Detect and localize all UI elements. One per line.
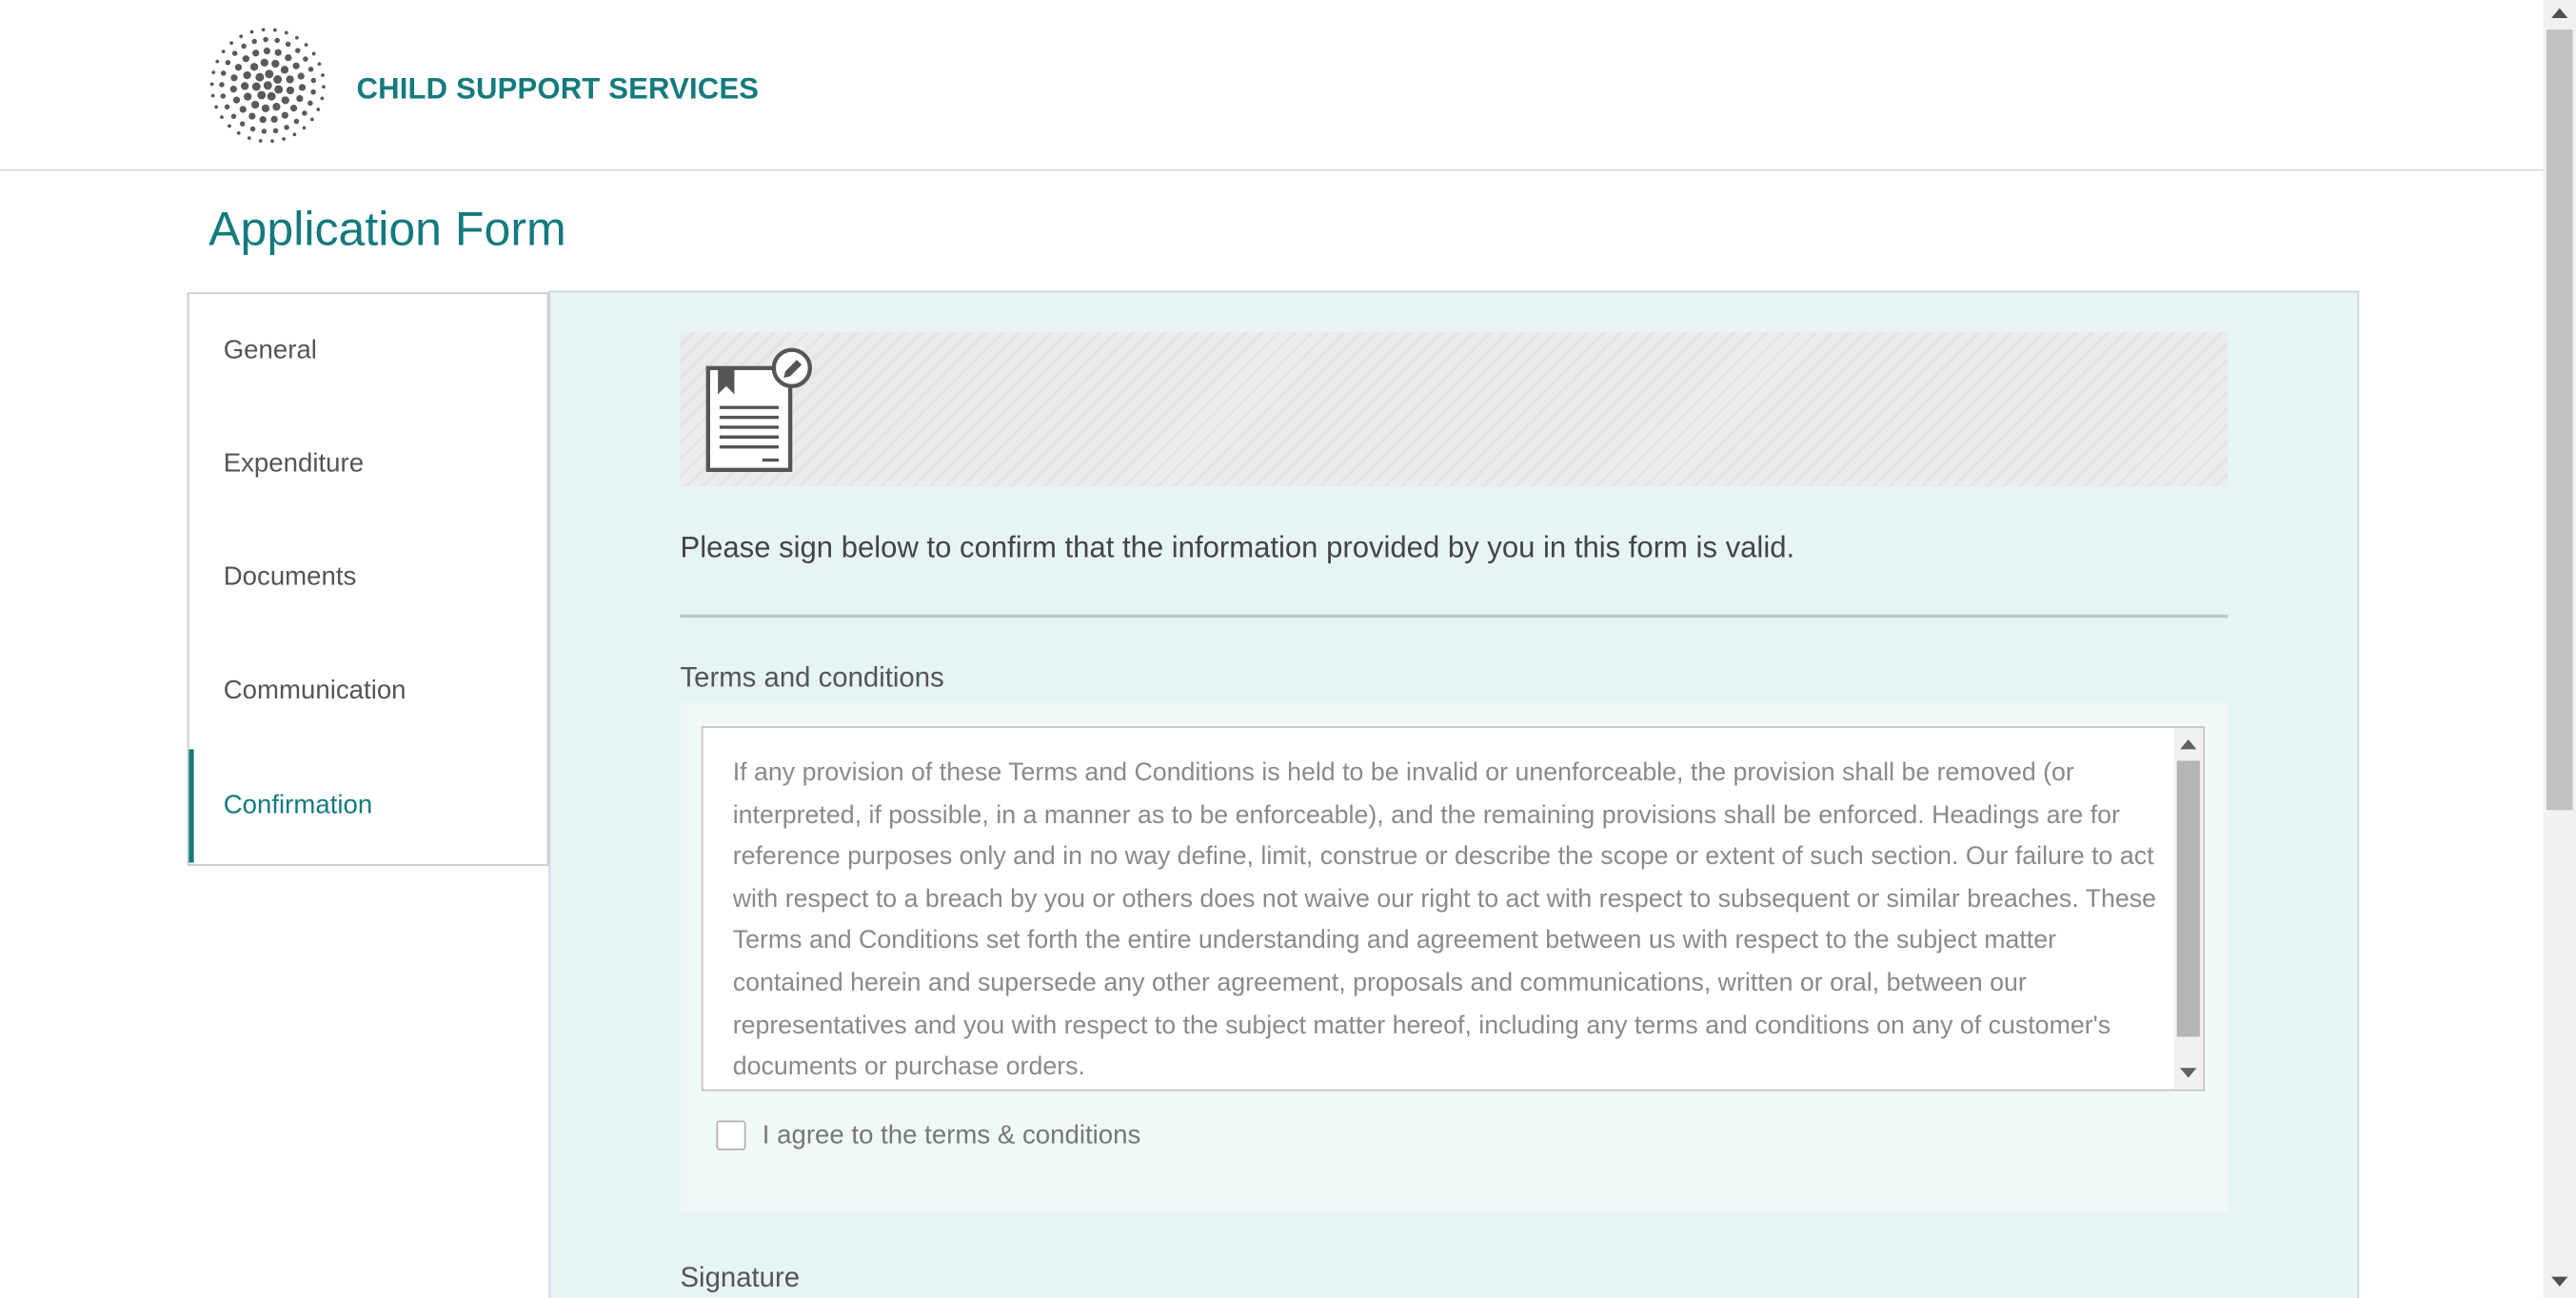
agree-terms-checkbox[interactable]: [716, 1120, 746, 1150]
nav-item-general[interactable]: General: [188, 294, 546, 407]
nav-item-communication[interactable]: Communication: [188, 634, 546, 747]
confirmation-panel: Please sign below to confirm that the in…: [548, 290, 2360, 1298]
page-scroll-up-icon[interactable]: [2551, 8, 2568, 18]
site-header: CHILD SUPPORT SERVICES: [0, 0, 2544, 171]
nav-item-confirmation[interactable]: Confirmation: [188, 749, 546, 863]
confirmation-instructions: Please sign below to confirm that the in…: [680, 530, 1795, 564]
page-scrollbar[interactable]: [2543, 0, 2576, 1298]
page-scroll-down-icon[interactable]: [2551, 1276, 2568, 1287]
brand-name[interactable]: CHILD SUPPORT SERVICES: [356, 72, 759, 107]
terms-heading: Terms and conditions: [680, 661, 944, 694]
section-banner: [680, 331, 2229, 487]
terms-scroll-thumb[interactable]: [2176, 760, 2200, 1037]
agree-terms-label[interactable]: I agree to the terms & conditions: [763, 1122, 1141, 1151]
form-step-nav: General Expenditure Documents Communicat…: [187, 292, 549, 866]
signature-heading: Signature: [680, 1262, 801, 1293]
page-title: Application Form: [208, 204, 566, 257]
app-window: CHILD SUPPORT SERVICES Application Form …: [0, 0, 2576, 1298]
terms-scroll-box[interactable]: If any provision of these Terms and Cond…: [701, 726, 2206, 1092]
terms-text: If any provision of these Terms and Cond…: [732, 758, 2157, 1082]
terms-panel: If any provision of these Terms and Cond…: [680, 702, 2229, 1213]
scroll-down-arrow-icon[interactable]: [2180, 1068, 2197, 1078]
scroll-up-arrow-icon[interactable]: [2180, 738, 2197, 750]
nav-item-expenditure[interactable]: Expenditure: [188, 407, 546, 521]
dotted-sphere-logo-icon[interactable]: [207, 27, 328, 145]
terms-scrollbar[interactable]: [2173, 727, 2204, 1090]
page-scroll-thumb[interactable]: [2546, 30, 2573, 811]
divider: [680, 614, 2229, 619]
nav-item-documents[interactable]: Documents: [188, 521, 546, 634]
signed-document-icon: [705, 347, 812, 472]
